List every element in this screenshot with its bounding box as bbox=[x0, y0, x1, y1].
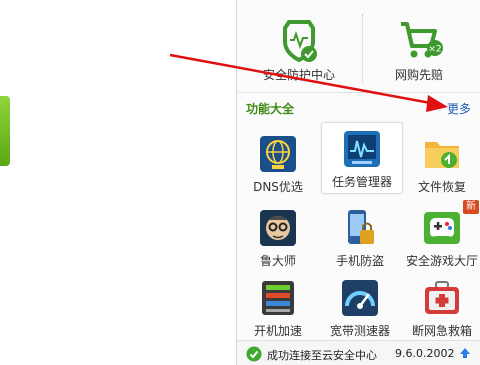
section-separator bbox=[237, 92, 480, 93]
tile-master-lu[interactable]: 鲁大师 bbox=[237, 202, 319, 274]
boot-speed-icon bbox=[262, 281, 294, 315]
master-lu-icon bbox=[260, 210, 296, 246]
online-shopping-label: 网购先赔 bbox=[394, 68, 443, 82]
tile-label: 任务管理器 bbox=[331, 175, 392, 189]
tile-label: 开机加速 bbox=[253, 324, 302, 338]
tile-bandwidth-test[interactable]: 宽带测速器 bbox=[319, 272, 401, 344]
check-circle-icon bbox=[246, 346, 262, 362]
tile-label: 断网急救箱 bbox=[411, 324, 472, 338]
status-bar: 成功连接至云安全中心 9.6.0.2002 bbox=[237, 340, 480, 365]
tile-task-manager[interactable]: 任务管理器 bbox=[321, 122, 403, 194]
tile-network-first-aid[interactable]: 断网急救箱 bbox=[401, 272, 480, 344]
tile-phone-antitheft[interactable]: 手机防盗 bbox=[319, 202, 401, 274]
task-manager-icon bbox=[344, 131, 380, 167]
upgrade-arrow-icon[interactable] bbox=[459, 347, 471, 359]
cart-badge-text: ×2 bbox=[428, 45, 441, 55]
more-link[interactable]: 更多 bbox=[447, 100, 471, 117]
tile-file-recovery[interactable]: 文件恢复 bbox=[401, 128, 480, 200]
tile-label: 手机防盗 bbox=[335, 254, 384, 268]
shield-heartbeat-icon bbox=[283, 20, 317, 63]
shopping-cart-icon: ×2 bbox=[401, 22, 443, 58]
globe-icon bbox=[260, 136, 296, 172]
cloud-connection-status: 成功连接至云安全中心 bbox=[267, 349, 377, 362]
left-area bbox=[0, 0, 236, 365]
security-center-label: 安全防护中心 bbox=[262, 68, 335, 82]
feature-panel: 安全防护中心 ×2 网购先赔 功能大全 更多 DNS优选 任务管理器 文件恢复 … bbox=[236, 0, 480, 365]
version-number: 9.6.0.2002 bbox=[395, 347, 455, 360]
speed-gauge-icon bbox=[342, 280, 378, 316]
security-center-button[interactable]: 安全防护中心 bbox=[239, 18, 359, 83]
tile-label: 文件恢复 bbox=[417, 180, 466, 194]
new-badge: 新 bbox=[463, 200, 479, 214]
tile-label: DNS优选 bbox=[253, 180, 303, 194]
tile-label: 安全游戏大厅 bbox=[405, 254, 478, 268]
tile-game-hall[interactable]: 新 安全游戏大厅 bbox=[401, 200, 480, 274]
tile-boot-speedup[interactable]: 开机加速 bbox=[237, 272, 319, 344]
phone-lock-icon bbox=[348, 210, 374, 244]
folder-restore-icon bbox=[425, 142, 459, 168]
tile-label: 宽带测速器 bbox=[329, 324, 390, 338]
tile-dns-optimize[interactable]: DNS优选 bbox=[237, 128, 319, 200]
section-title: 功能大全 bbox=[246, 102, 295, 116]
gamepad-icon bbox=[424, 212, 460, 244]
green-side-tab[interactable] bbox=[0, 96, 10, 166]
first-aid-kit-icon bbox=[425, 281, 459, 314]
tile-label: 鲁大师 bbox=[259, 254, 296, 268]
top-row: 安全防护中心 ×2 网购先赔 bbox=[237, 0, 480, 90]
online-shopping-compensation-button[interactable]: ×2 网购先赔 bbox=[359, 18, 479, 83]
